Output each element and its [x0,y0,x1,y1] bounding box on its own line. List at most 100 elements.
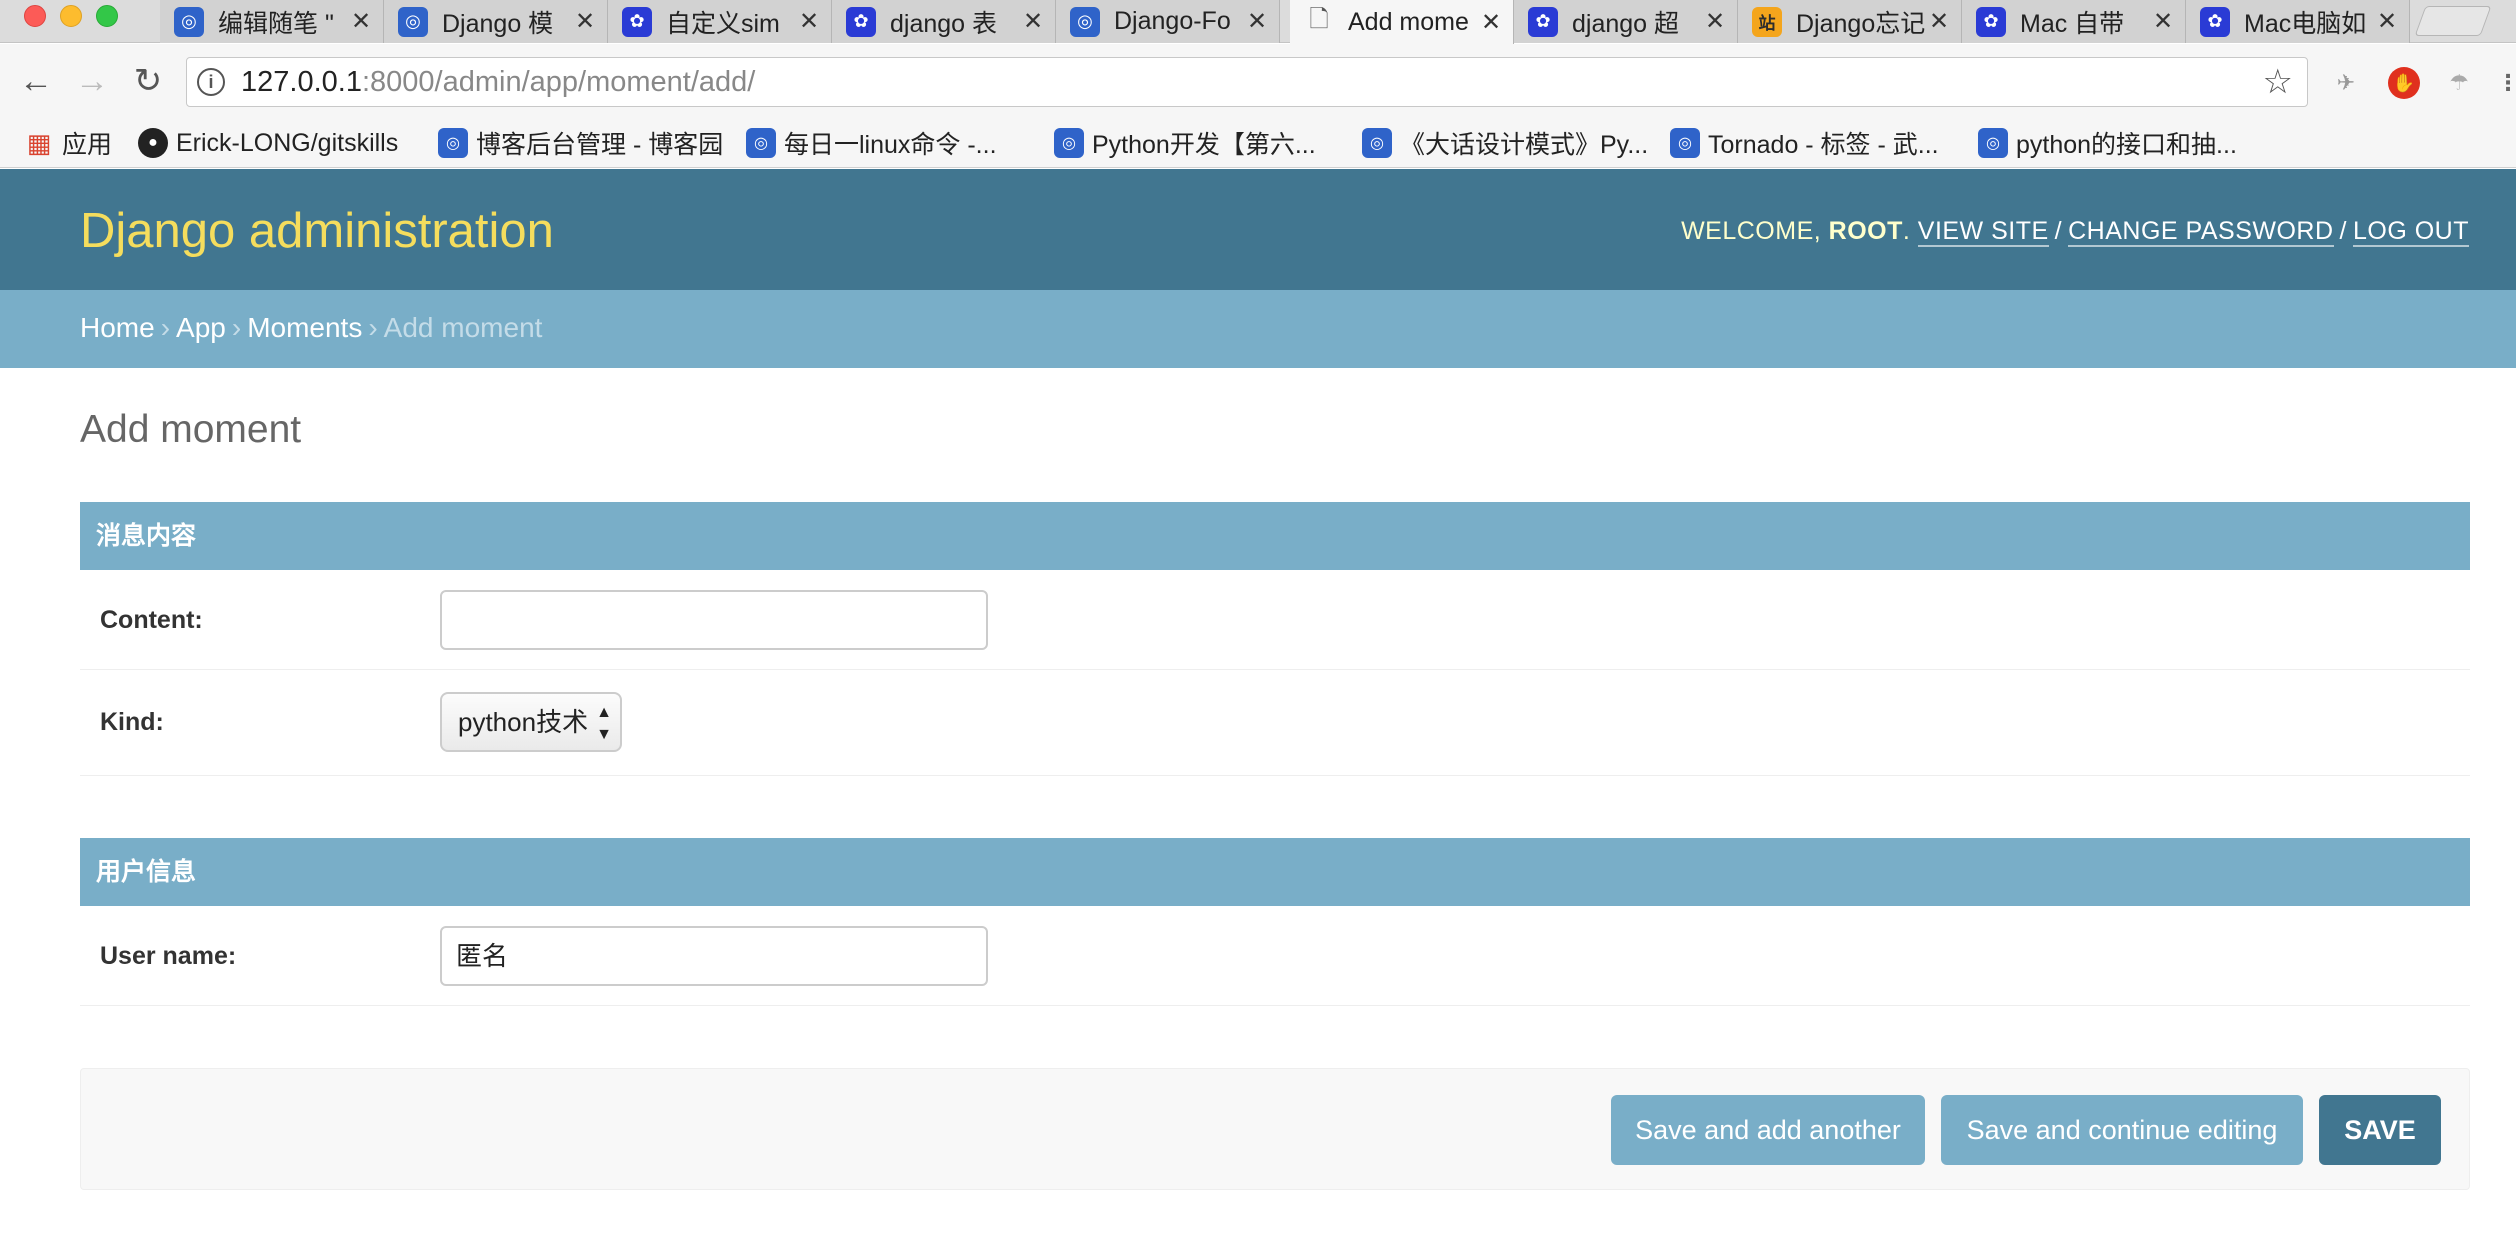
browser-tab-active[interactable]: 🗋 Add mome ✕ [1290,0,1514,44]
user-name-input[interactable]: 匿名 [440,926,988,986]
tab-title: django 超 [1572,9,1680,38]
browser-tab[interactable]: ◎ 编辑随笔 " ✕ [160,0,384,43]
form-row-content: Content: [80,570,2470,670]
more-menu-icon[interactable]: ⋮ [2492,67,2516,99]
fieldset-header: 用户信息 [80,838,2470,906]
baidu-paw-icon: ✿ [1976,6,2006,37]
browser-toolbar: ← → ↻ i 127.0.0.1:8000/admin/app/moment/… [0,44,2516,128]
info-icon[interactable]: i [197,68,225,96]
bookmark-item[interactable]: ◎ 《大话设计模式》Py... [1362,125,1648,161]
cnblogs-icon: ◎ [1362,128,1392,158]
close-icon[interactable]: ✕ [1019,7,1047,36]
cnblogs-icon: ◎ [1978,128,2008,158]
window-minimize-button[interactable] [60,5,82,27]
github-icon: ● [138,128,168,158]
username: ROOT [1828,217,1903,245]
url-text[interactable]: 127.0.0.1:8000/admin/app/moment/add/ [241,66,755,99]
bookmarks-bar: ▦ 应用 ● Erick-LONG/gitskills ◎ 博客后台管理 - 博… [0,118,2516,168]
baidu-paw-icon: ✿ [1528,6,1558,37]
content-label: Content: [100,606,203,634]
welcome-text: WELCOME, [1681,217,1822,245]
save-and-continue-button[interactable]: Save and continue editing [1941,1095,2303,1165]
kind-label: Kind: [100,708,164,736]
bookmark-item[interactable]: ● Erick-LONG/gitskills [138,125,398,161]
bookmark-item[interactable]: ◎ Tornado - 标签 - 武... [1670,125,1939,161]
close-icon[interactable]: ✕ [1701,7,1729,36]
browser-tab[interactable]: ✿ django 表 ✕ [832,0,1056,43]
browser-tab-bar: ◎ 编辑随笔 " ✕ ◎ Django 模 ✕ ✿ 自定义sim ✕ ✿ dja… [0,0,2516,44]
window-close-button[interactable] [24,5,46,27]
bookmark-item[interactable]: ◎ 博客后台管理 - 博客园 [438,125,723,161]
tab-title: 编辑随笔 " [218,9,334,38]
window-zoom-button[interactable] [96,5,118,27]
bookmark-item[interactable]: ◎ python的接口和抽... [1978,125,2237,161]
baidu-paw-icon: ✿ [622,6,652,37]
back-arrow-icon[interactable]: ← [16,61,56,101]
tab-title: Add mome [1348,7,1469,36]
save-button[interactable]: SAVE [2319,1095,2441,1165]
browser-tab[interactable]: ◎ Django 模 ✕ [384,0,608,43]
tab-title: Mac电脑如 [2244,9,2367,38]
admin-header: Django administration WELCOME, ROOT. VIE… [0,169,2516,290]
bookmark-item[interactable]: ◎ 每日一linux命令 -... [746,125,997,161]
select-arrows-icon: ▲ ▼ [596,704,612,743]
bookmark-apps[interactable]: ▦ 应用 [24,125,112,161]
close-icon[interactable]: ✕ [1243,7,1271,36]
browser-tab[interactable]: ✿ 自定义sim ✕ [608,0,832,43]
baidu-paw-icon: ✿ [2200,6,2230,37]
breadcrumb: Home › App › Moments › Add moment [0,290,2516,368]
bird-extension-icon[interactable]: ✈ [2330,67,2362,99]
close-icon[interactable]: ✕ [2149,7,2177,36]
close-icon[interactable]: ✕ [1925,7,1953,36]
close-icon[interactable]: ✕ [795,7,823,36]
cnblogs-icon: ◎ [1054,128,1084,158]
log-out-link[interactable]: LOG OUT [2352,217,2469,247]
tab-title: Django忘记 [1796,9,1925,38]
new-tab-button[interactable] [2414,6,2492,36]
tab-title: Django-Fo [1114,7,1231,35]
cnblogs-icon: ◎ [174,6,204,37]
user-tools: WELCOME, ROOT. VIEW SITE / CHANGE PASSWORD… [1681,217,2469,247]
browser-tab[interactable]: ✿ django 超 ✕ [1514,0,1738,43]
bookmark-star-icon[interactable]: ☆ [2263,62,2293,102]
address-bar[interactable]: i 127.0.0.1:8000/admin/app/moment/add/ ☆ [186,57,2308,107]
bookmark-item[interactable]: ◎ Python开发【第六... [1054,125,1316,161]
browser-tab[interactable]: ✿ Mac电脑如 ✕ [2186,0,2410,43]
tab-title: 自定义sim [666,9,780,38]
cnblogs-icon: ◎ [438,128,468,158]
fieldset-header: 消息内容 [80,502,2470,570]
form-row-kind: Kind: python技术 ▲ ▼ [80,670,2470,776]
close-icon[interactable]: ✕ [571,7,599,36]
tab-title: django 表 [890,9,998,38]
browser-tab[interactable]: ✿ Mac 自带 ✕ [1962,0,2186,43]
breadcrumb-moments[interactable]: Moments [247,312,362,343]
forward-arrow-icon[interactable]: → [72,61,112,101]
zhan-icon: 站 [1752,6,1782,37]
baidu-paw-icon: ✿ [846,6,876,37]
close-icon[interactable]: ✕ [2373,7,2401,36]
tab-title: Django 模 [442,9,554,38]
breadcrumb-current: Add moment [383,312,543,343]
parachute-extension-icon[interactable]: ☂ [2443,67,2475,99]
cnblogs-icon: ◎ [746,128,776,158]
close-icon[interactable]: ✕ [347,7,375,36]
close-icon[interactable]: ✕ [1477,8,1505,37]
apps-grid-icon: ▦ [26,127,52,158]
cnblogs-icon: ◎ [398,6,428,37]
browser-tab[interactable]: ◎ Django-Fo ✕ [1056,0,1280,43]
browser-tab[interactable]: 站 Django忘记 ✕ [1738,0,1962,43]
content-input[interactable] [440,590,988,650]
breadcrumb-home[interactable]: Home [80,312,155,343]
change-password-link[interactable]: CHANGE PASSWORD [2068,217,2334,247]
reload-icon[interactable]: ↻ [128,61,168,101]
kind-select[interactable]: python技术 ▲ ▼ [440,692,622,752]
site-branding[interactable]: Django administration [80,203,554,259]
tab-title: Mac 自带 [2020,9,2125,38]
cnblogs-icon: ◎ [1070,6,1100,37]
cnblogs-icon: ◎ [1670,128,1700,158]
breadcrumb-app[interactable]: App [176,312,226,343]
view-site-link[interactable]: VIEW SITE [1917,217,2049,247]
save-and-add-another-button[interactable]: Save and add another [1611,1095,1925,1165]
user-name-label: User name: [100,942,237,970]
adblock-extension-icon[interactable]: ✋ [2388,67,2420,99]
